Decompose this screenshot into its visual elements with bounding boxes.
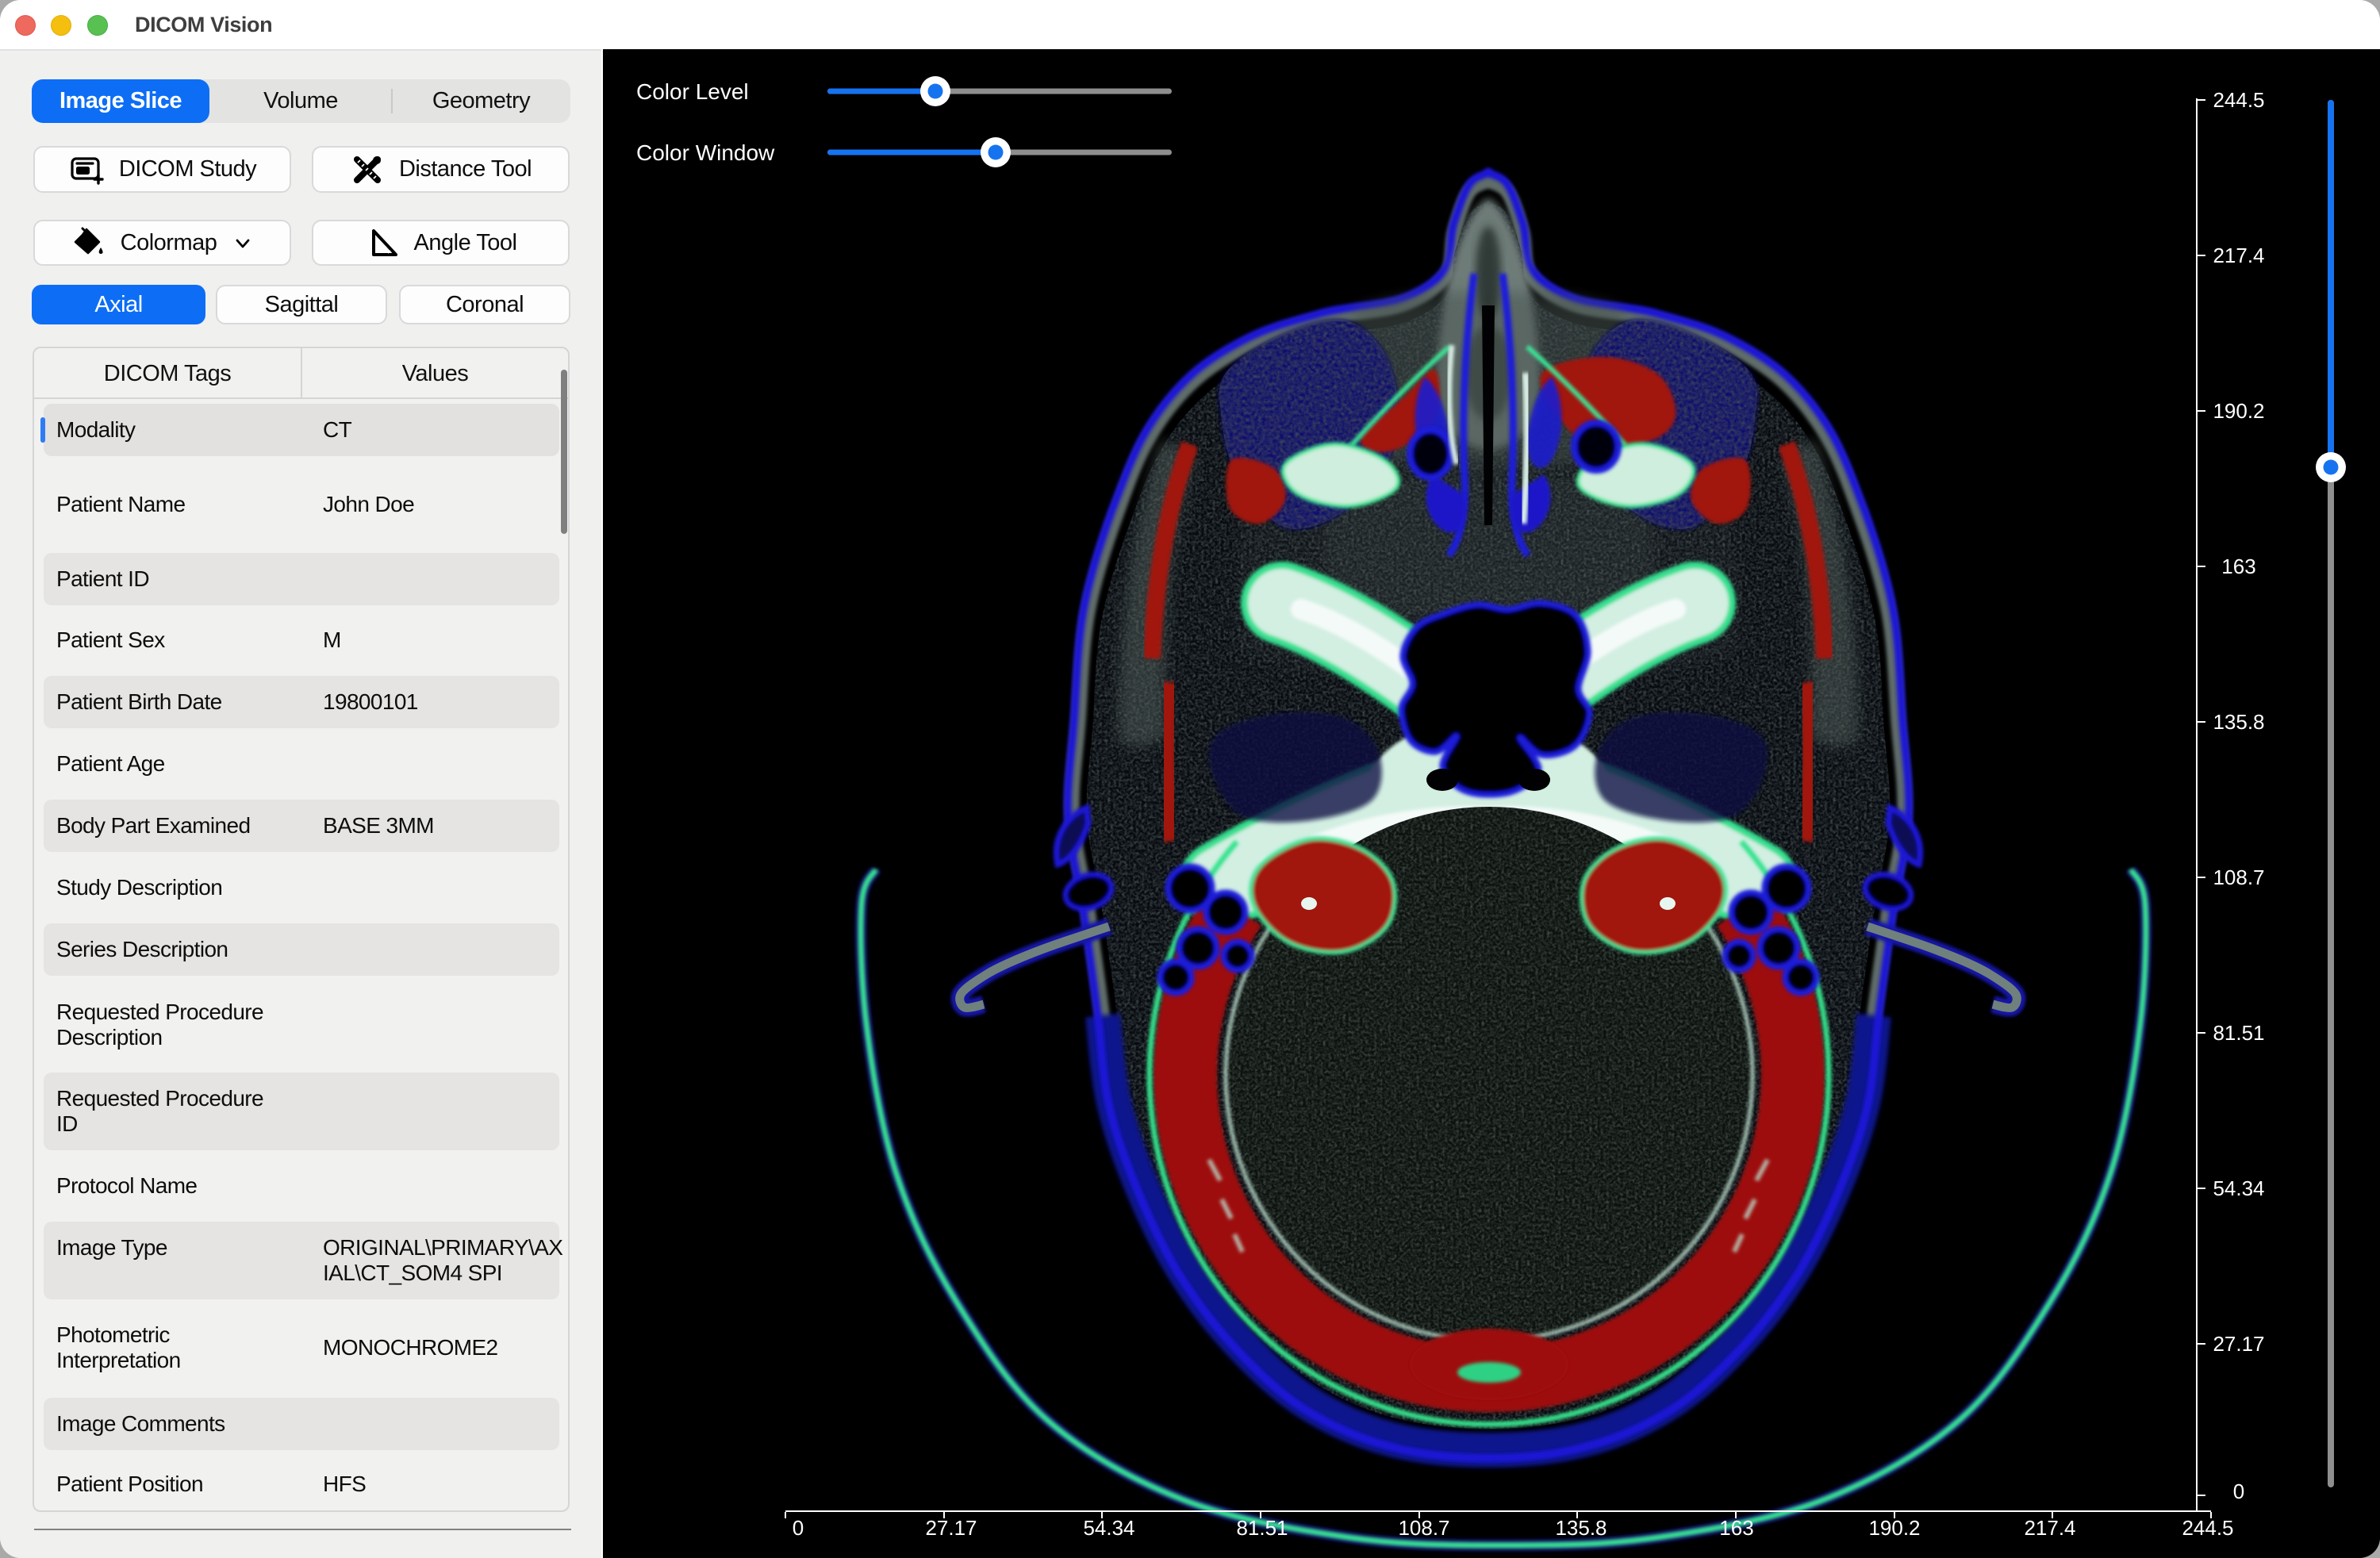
svg-text:135.8: 135.8 [1555,1516,1606,1540]
svg-text:Color Level: Color Level [636,79,749,104]
svg-text:217.4: 217.4 [2213,244,2264,267]
svg-text:27.17: 27.17 [2213,1332,2264,1356]
svg-text:27.17: 27.17 [925,1516,977,1540]
svg-text:244.5: 244.5 [2182,1516,2233,1540]
svg-text:81.51: 81.51 [1236,1516,1288,1540]
svg-text:163: 163 [2221,555,2255,578]
svg-text:244.5: 244.5 [2213,88,2264,112]
svg-text:190.2: 190.2 [2213,399,2264,423]
svg-text:0: 0 [2233,1479,2244,1503]
svg-text:54.34: 54.34 [1083,1516,1134,1540]
svg-text:135.8: 135.8 [2213,710,2264,734]
svg-text:81.51: 81.51 [2213,1021,2264,1045]
svg-text:190.2: 190.2 [1868,1516,1920,1540]
svg-text:217.4: 217.4 [2024,1516,2075,1540]
svg-text:163: 163 [1719,1516,1753,1540]
svg-text:108.7: 108.7 [1398,1516,1449,1540]
svg-text:54.34: 54.34 [2213,1176,2264,1200]
svg-text:0: 0 [793,1516,804,1540]
svg-text:108.7: 108.7 [2213,865,2264,889]
svg-text:Color Window: Color Window [636,140,775,165]
